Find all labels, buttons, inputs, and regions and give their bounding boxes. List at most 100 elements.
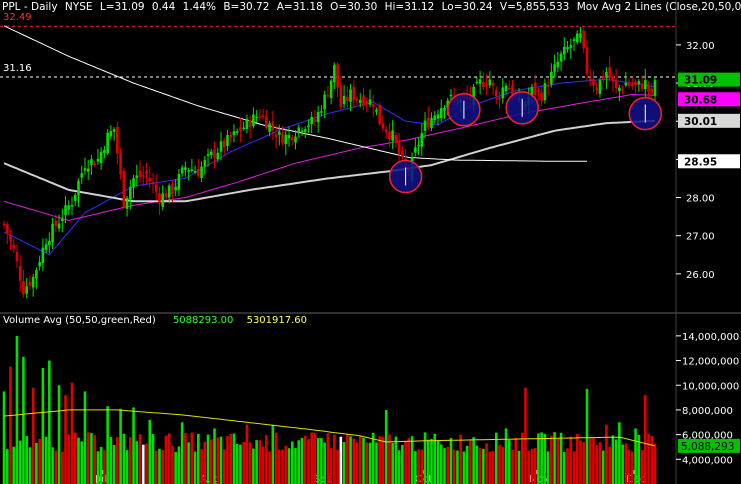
volume-bar [148, 419, 152, 484]
volume-bar [563, 451, 566, 484]
candle-body [504, 85, 508, 92]
candle-body [25, 286, 28, 294]
volume-bar [358, 435, 362, 484]
candle-body [378, 104, 382, 124]
volume-bar [281, 449, 284, 484]
candle-body [213, 149, 216, 158]
volume-bar [151, 434, 155, 484]
volume-bar [222, 449, 226, 484]
volume-bar [86, 432, 90, 484]
volume-bar [472, 437, 475, 484]
candle-body [401, 150, 404, 157]
candle-body [294, 136, 297, 143]
volume-bar [106, 406, 109, 484]
candle-body [9, 234, 12, 241]
volume-bar [255, 440, 258, 484]
volume-bar [93, 435, 96, 484]
volume-bar [588, 437, 592, 484]
volume-bar [608, 446, 611, 484]
volume-bar [507, 439, 511, 484]
candle-body [572, 39, 576, 41]
candle-body [540, 92, 543, 101]
volume-bar [329, 448, 333, 484]
volume-bar [274, 432, 278, 484]
candle-body [566, 47, 569, 50]
candle-body [80, 173, 84, 178]
candle-body [245, 118, 249, 130]
volume-bar [443, 448, 446, 484]
volume-bar [171, 446, 174, 484]
volume-bar [252, 448, 255, 484]
volume-bar [618, 422, 621, 484]
volume-bar [575, 433, 579, 484]
candle-body [627, 82, 631, 86]
volume-bar [258, 440, 262, 484]
price-badge-text: 31.09 [684, 75, 717, 87]
volume-bar [640, 450, 644, 484]
volume-bar [430, 438, 433, 484]
candle-body [258, 116, 262, 118]
volume-bar [494, 432, 498, 484]
volume-bar [77, 437, 80, 484]
candle-body [647, 84, 650, 92]
candle-body [281, 133, 284, 143]
volume-bar [174, 451, 177, 484]
candle-body [90, 159, 93, 166]
volume-bar [158, 448, 161, 484]
candle-body [125, 197, 129, 209]
volume-bar [631, 451, 634, 484]
candle-body [537, 90, 540, 93]
volume-bar [206, 434, 210, 484]
candle-body [300, 130, 304, 133]
candle-body [297, 127, 301, 133]
volume-bar [582, 442, 586, 484]
volume-bar [320, 438, 323, 484]
candle-body [365, 101, 369, 104]
candle-body [634, 81, 637, 85]
candle-body [180, 167, 184, 174]
candle-body [64, 205, 67, 216]
candle-body [637, 81, 641, 84]
candle-body [122, 170, 126, 207]
volume-bar [313, 433, 317, 484]
volume-bar [420, 449, 424, 484]
candle-body [303, 129, 307, 133]
volume-bar [216, 437, 220, 484]
candle-body [255, 116, 258, 119]
candle-body [384, 128, 388, 133]
candle-body [579, 33, 582, 39]
candle-body [268, 123, 271, 132]
volume-bar [109, 436, 113, 484]
volume-title: Volume Avg (50,50,green,Red) [3, 315, 156, 326]
stock-chart-canvas[interactable]: 26.0027.0028.0029.0030.0031.0032.004,000… [0, 0, 741, 484]
volume-bar [232, 433, 236, 484]
volume-bar [177, 446, 181, 484]
candle-body [151, 182, 155, 185]
candle-body [585, 47, 589, 75]
volume-bar [537, 433, 540, 484]
volume-bar [48, 360, 51, 484]
volume-header: Volume Avg (50,50,green,Red) 5088293.00 … [3, 315, 307, 326]
candle-body [274, 134, 278, 138]
candle-body [135, 175, 139, 179]
volume-bar [73, 432, 77, 484]
candle-body [381, 123, 385, 129]
volume-bar [2, 391, 6, 484]
volume-tick-label: 10,000,000 [682, 381, 739, 392]
candle-body [391, 130, 394, 141]
candle-body [206, 154, 210, 156]
volume-bar [647, 433, 650, 484]
candle-body [284, 134, 288, 145]
candle-body [158, 193, 161, 204]
volume-tick-label: 12,000,000 [682, 357, 739, 368]
volume-bar [261, 446, 265, 484]
candle-body [501, 87, 505, 99]
volume-bar [316, 438, 320, 484]
candle-body [229, 134, 233, 138]
candle-body [611, 76, 615, 82]
volume-bar [145, 443, 148, 484]
bid: B=30.72 [223, 1, 270, 13]
volume-bar [459, 434, 462, 484]
candle-body [5, 224, 9, 234]
volume-bar [203, 441, 207, 484]
